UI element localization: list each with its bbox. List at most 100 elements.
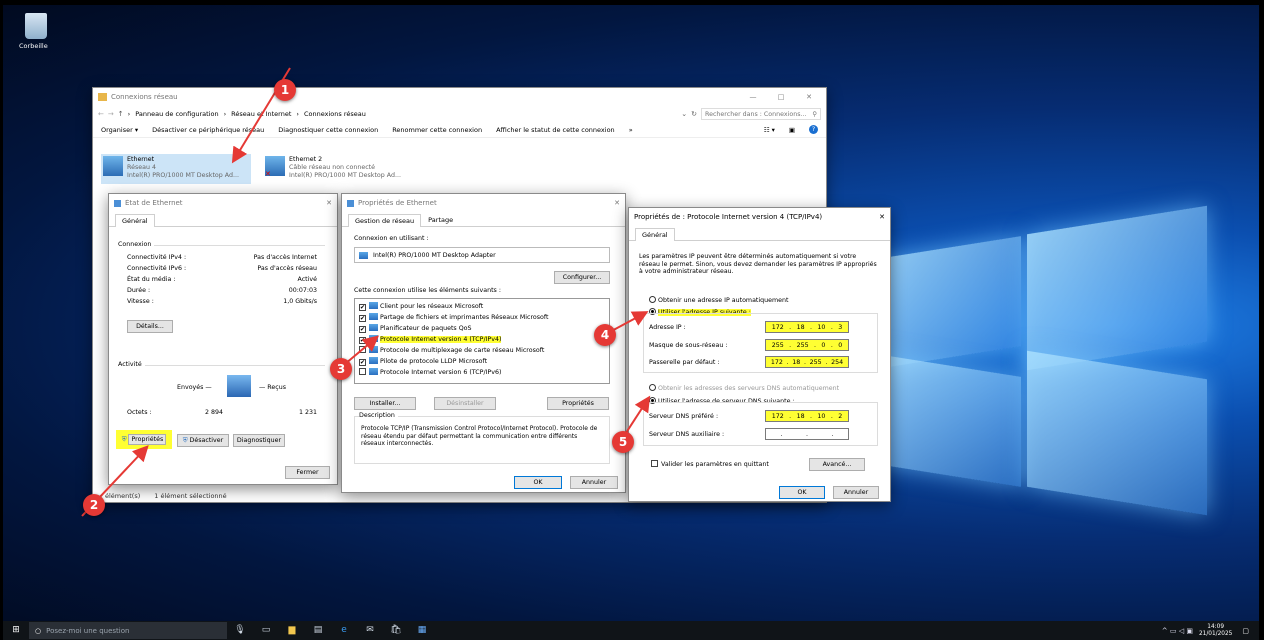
adapter-ethernet[interactable]: Ethernet Réseau 4 Intel(R) PRO/1000 MT Des…	[101, 154, 251, 184]
search-input[interactable]: Rechercher dans : Connexions... ⚲	[701, 108, 821, 120]
ipv4-titlebar: Propriétés de : Protocole Internet versi…	[629, 208, 890, 226]
advanced-button[interactable]: Avancé...	[809, 458, 865, 471]
more-button[interactable]: »	[629, 126, 633, 134]
list-item[interactable]: ✔ Planificateur de paquets QoS	[359, 323, 605, 334]
breadcrumb[interactable]: › Panneau de configuration › Réseau et Inte…	[128, 110, 678, 118]
auto-dns-label: Obtenir les adresses des serveurs DNS au…	[658, 385, 840, 392]
adapter-name: Intel(R) PRO/1000 MT Desktop Adapter	[373, 251, 496, 259]
properties-titlebar: Propriétés de Ethernet ✕	[342, 194, 625, 212]
configure-button[interactable]: Configurer...	[554, 271, 610, 284]
start-windows-icon[interactable]: ⊞	[9, 625, 23, 636]
checkbox[interactable]: ✔	[359, 337, 366, 344]
close-dialog-button[interactable]: Fermer	[285, 466, 330, 479]
checkbox[interactable]	[359, 368, 366, 375]
ok-button[interactable]: OK	[514, 476, 562, 489]
install-button[interactable]: Installer...	[354, 397, 416, 410]
clock[interactable]: 14:09 21/01/2025	[1199, 624, 1232, 638]
view-options-icon[interactable]: ☷ ▾	[764, 126, 775, 134]
list-item[interactable]: ✔ Client pour les réseaux Microsoft	[359, 301, 605, 312]
ip-address-field[interactable]: 172. 18. 10. 3	[765, 321, 849, 333]
list-item[interactable]: ✔ Partage de fichiers et imprimantes Rése…	[359, 312, 605, 323]
store-icon[interactable]: 🛍	[389, 625, 403, 636]
systray-icons[interactable]: ^ ▭ ◁ ▣	[1162, 627, 1193, 635]
subnet-mask-field[interactable]: 255. 255. 0. 0	[765, 339, 849, 351]
checkbox[interactable]	[359, 346, 366, 353]
computer-activity-icon	[227, 375, 251, 397]
cortana-icon: ○	[35, 626, 42, 635]
back-icon[interactable]: ←	[98, 110, 104, 118]
diagnose-button[interactable]: Diagnostiquer	[233, 434, 285, 447]
validate-checkbox[interactable]: Valider les paramètres en quittant	[651, 460, 769, 468]
list-item[interactable]: Protocole Internet version 6 (TCP/IPv6)	[359, 367, 605, 378]
microphone-icon[interactable]: 🎙	[233, 625, 247, 636]
uninstall-button[interactable]: Désinstaller	[434, 397, 496, 410]
breadcrumb-item[interactable]: Réseau et Internet	[231, 110, 291, 118]
mail-icon[interactable]: ✉	[363, 625, 377, 636]
status-button[interactable]: Afficher le statut de cette connexion	[496, 126, 615, 134]
explorer-title: Connexions réseau	[111, 93, 178, 101]
step-badge-2: 2	[83, 494, 105, 516]
notifications-icon[interactable]: ▢	[1242, 627, 1249, 635]
component-icon	[369, 368, 378, 375]
help-icon[interactable]: ?	[809, 125, 818, 134]
bytes-sent: 2 894	[205, 409, 224, 416]
breadcrumb-item[interactable]: Panneau de configuration	[135, 110, 218, 118]
network-window-icon[interactable]: ▤	[311, 625, 325, 636]
network-icon	[347, 199, 354, 207]
maximize-button[interactable]: □	[769, 93, 793, 101]
dns1-label: Serveur DNS préféré :	[649, 413, 719, 420]
minimize-button[interactable]: —	[741, 93, 765, 101]
disable-button[interactable]: ⛨ Désactiver	[177, 434, 229, 447]
checkbox[interactable]: ✔	[359, 304, 366, 311]
ok-button[interactable]: OK	[779, 486, 825, 499]
up-icon[interactable]: ↑	[118, 110, 124, 118]
refresh-icon[interactable]: ↻	[691, 110, 697, 118]
tab-general[interactable]: Général	[115, 214, 155, 227]
row-label: État du média :	[127, 276, 176, 283]
forward-icon[interactable]: →	[108, 110, 114, 118]
properties-button[interactable]: ⛨ Propriétés	[116, 430, 172, 449]
auto-ip-radio[interactable]: Obtenir une adresse IP automatiquement	[649, 296, 788, 304]
checkbox[interactable]: ✔	[359, 359, 366, 366]
tab-sharing[interactable]: Partage	[421, 213, 460, 226]
auto-dns-radio[interactable]: Obtenir les adresses des serveurs DNS au…	[649, 384, 839, 392]
tab-networking[interactable]: Gestion de réseau	[348, 214, 422, 227]
properties-button[interactable]: Propriétés	[547, 397, 609, 410]
diagnose-button[interactable]: Diagnostiquer cette connexion	[278, 126, 378, 134]
description-heading: Description	[359, 412, 398, 419]
control-panel-icon[interactable]: ▦	[415, 625, 429, 636]
status-tabs: Général	[109, 212, 337, 227]
gateway-field[interactable]: 172. 18. 255. 254	[765, 356, 849, 368]
list-item[interactable]: ✔ Pilote de protocole LLDP Microsoft	[359, 356, 605, 367]
disable-device-button[interactable]: Désactiver ce périphérique réseau	[152, 126, 264, 134]
checkbox[interactable]	[651, 460, 658, 467]
preferred-dns-field[interactable]: 172. 18. 10. 2	[765, 410, 849, 422]
cancel-button[interactable]: Annuler	[570, 476, 618, 489]
preview-pane-icon[interactable]: ▣	[789, 126, 795, 134]
close-button[interactable]: ✕	[879, 213, 885, 221]
file-explorer-icon[interactable]: ▆	[285, 625, 299, 636]
cancel-button[interactable]: Annuler	[833, 486, 879, 499]
breadcrumb-item[interactable]: Connexions réseau	[304, 110, 366, 118]
chevron-down-icon[interactable]: ⌄	[681, 110, 687, 118]
rename-button[interactable]: Renommer cette connexion	[392, 126, 482, 134]
details-button[interactable]: Détails...	[127, 320, 173, 333]
close-button[interactable]: ✕	[326, 199, 332, 207]
tab-general[interactable]: Général	[635, 228, 675, 241]
ethernet-status-dialog: État de Ethernet ✕ Général Connexion Conn…	[108, 193, 338, 485]
close-button[interactable]: ✕	[614, 199, 620, 207]
close-button[interactable]: ✕	[797, 93, 821, 101]
cortana-search-box[interactable]: ○ Posez-moi une question	[29, 622, 227, 639]
list-item-selected[interactable]: ✔ Protocole Internet version 4 (TCP/IPv4)	[359, 334, 605, 345]
edge-icon[interactable]: e	[337, 625, 351, 636]
task-view-icon[interactable]: ▭	[259, 625, 273, 636]
disable-label: Désactiver	[189, 437, 224, 444]
ip-label: Adresse IP :	[649, 324, 686, 331]
alternate-dns-field[interactable]: ...	[765, 428, 849, 440]
checkbox[interactable]: ✔	[359, 326, 366, 333]
adapter-ethernet-2[interactable]: ✕ Ethernet 2 Câble réseau non connecté Int…	[263, 154, 418, 184]
recycle-bin-icon[interactable]	[25, 13, 47, 39]
list-item[interactable]: Protocole de multiplexage de carte résea…	[359, 345, 605, 356]
checkbox[interactable]: ✔	[359, 315, 366, 322]
organize-menu[interactable]: Organiser ▾	[101, 126, 138, 134]
